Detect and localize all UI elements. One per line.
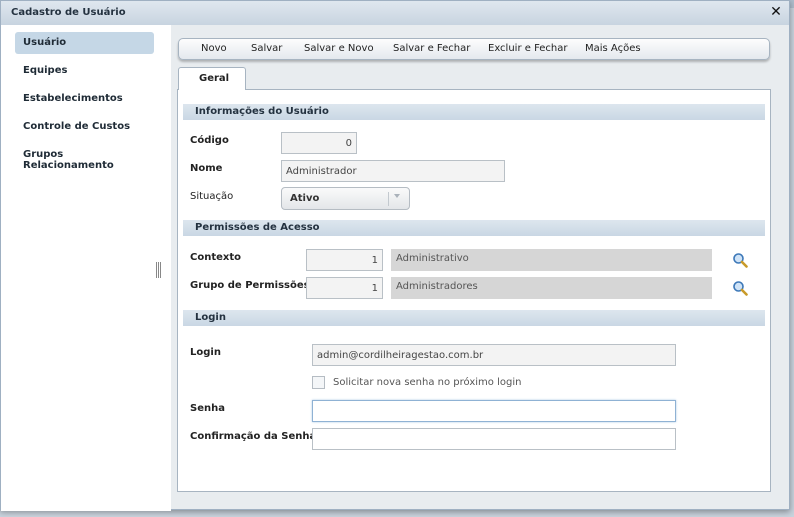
contexto-code-field[interactable]: 1 [306, 249, 383, 271]
login-label: Login [190, 347, 221, 358]
grupo-permissoes-code-field[interactable]: 1 [306, 277, 383, 299]
sidebar-item-label: Estabelecimentos [23, 93, 123, 104]
sidebar-item-grupos-relacionamento[interactable]: Grupos Relacionamento [15, 144, 154, 171]
close-icon[interactable]: ✕ [769, 5, 783, 19]
confirmacao-senha-label: Confirmação da Senha [190, 431, 317, 442]
section-header-permissoes: Permissões de Acesso [183, 220, 765, 236]
sidebar-item-label: Grupos Relacionamento [23, 149, 114, 171]
sidebar: Usuário Equipes Estabelecimentos Control… [1, 25, 171, 511]
title-bar: Cadastro de Usuário ✕ [1, 1, 789, 25]
salvar-e-novo-button[interactable]: Salvar e Novo [304, 43, 374, 54]
grupo-permissoes-label: Grupo de Permissões [190, 280, 310, 291]
sidebar-item-estabelecimentos[interactable]: Estabelecimentos [15, 88, 154, 110]
nome-field[interactable]: Administrador [281, 160, 505, 182]
codigo-field[interactable]: 0 [281, 132, 357, 154]
excluir-e-fechar-button[interactable]: Excluir e Fechar [488, 43, 568, 54]
contexto-label: Contexto [190, 252, 241, 263]
sidebar-item-label: Usuário [23, 37, 67, 48]
nova-senha-checkbox[interactable] [312, 376, 325, 389]
sidebar-item-usuario[interactable]: Usuário [15, 32, 154, 54]
novo-button[interactable]: Novo [201, 43, 227, 54]
search-icon[interactable] [732, 280, 748, 296]
grupo-permissoes-description: Administradores [391, 277, 712, 299]
search-icon[interactable] [732, 252, 748, 268]
contexto-description: Administrativo [391, 249, 712, 271]
select-divider [388, 192, 389, 206]
sidebar-item-equipes[interactable]: Equipes [15, 60, 154, 82]
codigo-label: Código [190, 135, 229, 146]
sidebar-item-label: Controle de Custos [23, 121, 131, 132]
situacao-label: Situação [190, 191, 234, 202]
toolbar: Novo Salvar Salvar e Novo Salvar e Fecha… [178, 38, 770, 60]
senha-label: Senha [190, 403, 225, 414]
sidebar-splitter-handle[interactable] [156, 262, 161, 278]
dialog-title: Cadastro de Usuário [11, 7, 126, 18]
senha-field[interactable] [312, 400, 676, 422]
situacao-selected-value: Ativo [290, 193, 320, 204]
salvar-e-fechar-button[interactable]: Salvar e Fechar [393, 43, 470, 54]
mais-acoes-button[interactable]: Mais Ações [585, 43, 641, 54]
section-header-login: Login [183, 310, 765, 326]
confirmacao-senha-field[interactable] [312, 428, 676, 450]
login-field[interactable]: admin@cordilheiragestao.com.br [312, 344, 676, 366]
situacao-select[interactable]: Ativo [281, 187, 410, 210]
nova-senha-label: Solicitar nova senha no próximo login [333, 377, 522, 388]
sidebar-item-controle-de-custos[interactable]: Controle de Custos [15, 116, 154, 138]
salvar-button[interactable]: Salvar [251, 43, 282, 54]
nome-label: Nome [190, 163, 223, 174]
section-header-info-usuario: Informações do Usuário [183, 104, 765, 120]
chevron-down-icon [394, 194, 400, 198]
tab-geral[interactable]: Geral [178, 67, 246, 90]
sidebar-item-label: Equipes [23, 65, 68, 76]
